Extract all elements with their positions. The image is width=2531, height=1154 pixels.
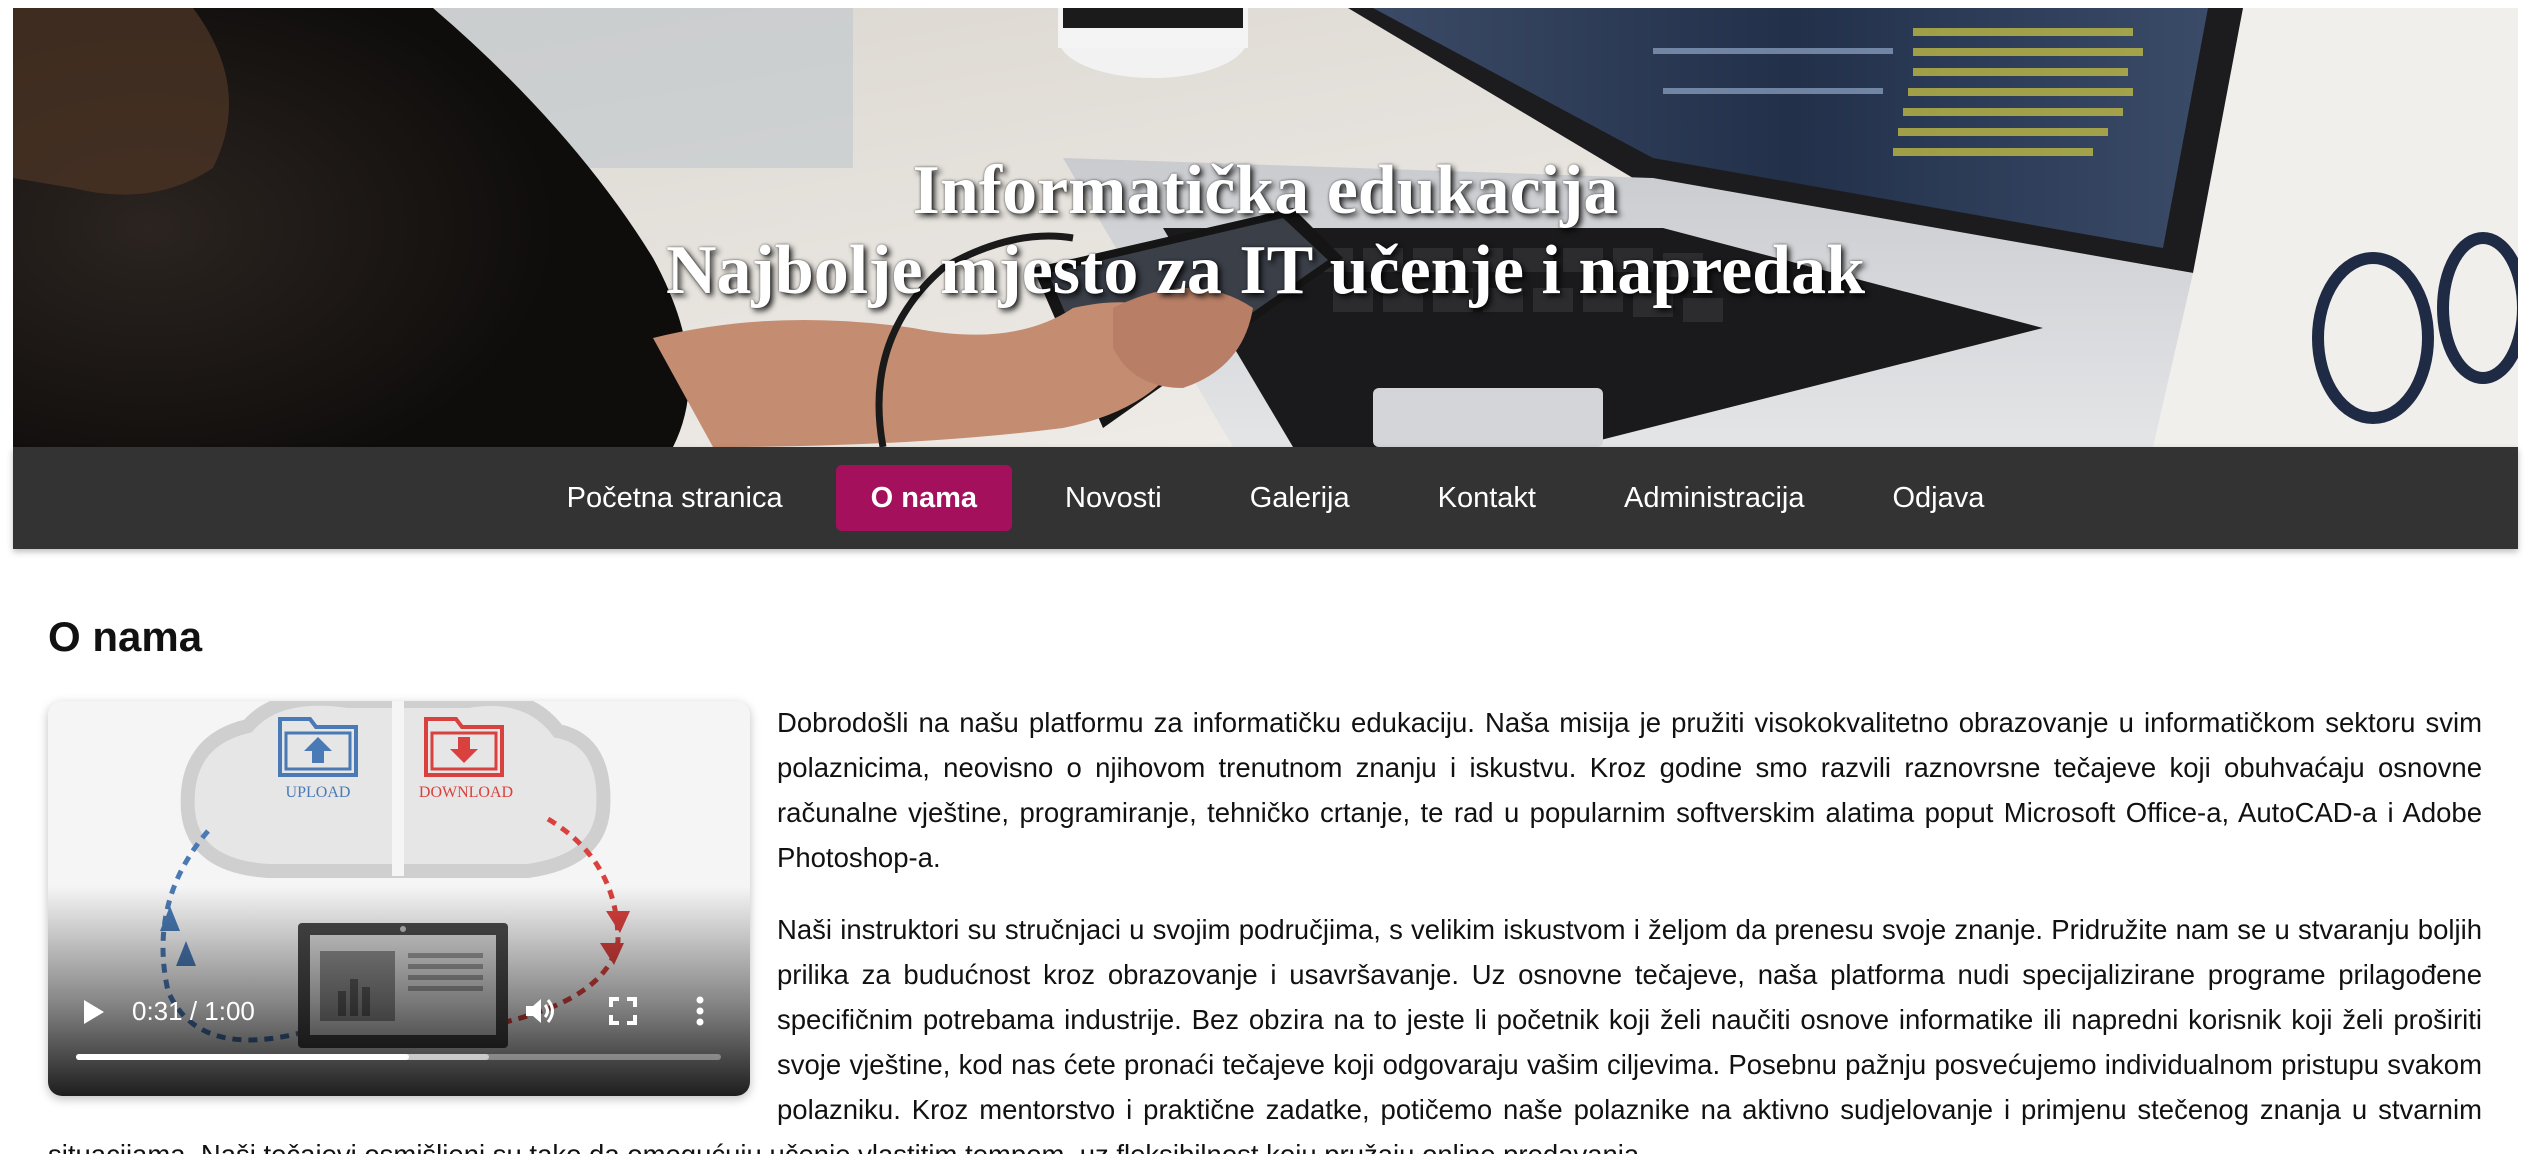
nav-item-administracija[interactable]: Administracija bbox=[1589, 465, 1840, 531]
nav-item-kontakt[interactable]: Kontakt bbox=[1403, 465, 1571, 531]
hero-title: Informatička edukacija Najbolje mjesto z… bbox=[13, 151, 2518, 311]
hero-banner: Informatička edukacija Najbolje mjesto z… bbox=[13, 8, 2518, 447]
nav-items: Početna stranica O nama Novosti Galerija… bbox=[13, 447, 2518, 549]
page-title: O nama bbox=[48, 613, 203, 660]
nav-item-pocetna-stranica[interactable]: Početna stranica bbox=[532, 465, 818, 531]
nav-item-galerija[interactable]: Galerija bbox=[1215, 465, 1385, 531]
hero-title-line-2: Najbolje mjesto za IT učenje i napredak bbox=[665, 232, 1866, 309]
main-navigation: Početna stranica O nama Novosti Galerija… bbox=[13, 447, 2518, 549]
video-float-spacer bbox=[48, 907, 777, 1132]
hero-title-line-1: Informatička edukacija bbox=[912, 152, 1619, 229]
details-paragraph-container: Naši instruktori su stručnjaci u svojim … bbox=[48, 907, 2482, 1154]
svg-text:DOWNLOAD: DOWNLOAD bbox=[419, 784, 513, 801]
intro-paragraph: Dobrodošli na našu platformu za informat… bbox=[777, 707, 2482, 873]
nav-item-odjava[interactable]: Odjava bbox=[1857, 465, 2019, 531]
nav-item-novosti[interactable]: Novosti bbox=[1030, 465, 1197, 531]
nav-item-o-nama[interactable]: O nama bbox=[835, 465, 1012, 531]
svg-text:UPLOAD: UPLOAD bbox=[286, 784, 351, 801]
page: Informatička edukacija Najbolje mjesto z… bbox=[0, 0, 2531, 1154]
